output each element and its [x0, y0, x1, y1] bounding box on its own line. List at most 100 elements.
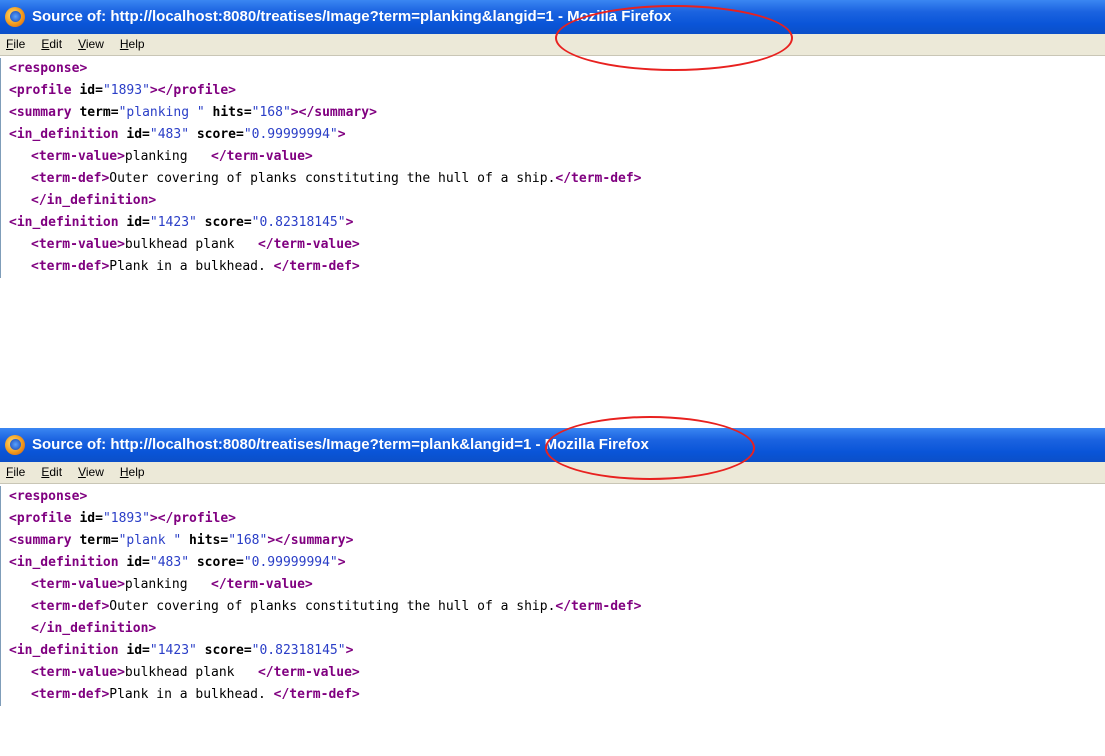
xml-text: Outer covering of planks constituting th…: [109, 599, 556, 614]
menu-bar: File Edit View Help: [0, 34, 1105, 56]
xml-tag: ></profile>: [149, 511, 236, 526]
menu-file[interactable]: File: [6, 462, 25, 483]
xml-text: Plank in a bulkhead.: [109, 259, 274, 274]
xml-value: "1893": [102, 83, 150, 98]
xml-tag: <summary: [9, 533, 72, 548]
firefox-icon: [5, 435, 25, 455]
source-view: <response> <profile id="1893"></profile>…: [0, 486, 1104, 706]
xml-tag: <in_definition: [9, 215, 119, 230]
menu-view[interactable]: View: [78, 462, 104, 483]
source-line: <in_definition id="1423" score="0.823181…: [1, 640, 1104, 662]
xml-value: "0.99999994": [243, 555, 338, 570]
xml-tag: <term-value>: [31, 149, 125, 164]
xml-tag: <in_definition: [9, 555, 119, 570]
xml-tag: </term-def>: [555, 599, 642, 614]
xml-attr: score=: [189, 127, 244, 142]
source-line: </in_definition>: [1, 618, 1104, 640]
xml-tag: <term-def>: [31, 687, 110, 702]
source-line: <term-value>bulkhead plank </term-value>: [1, 234, 1104, 256]
xml-text: bulkhead plank: [124, 665, 258, 680]
xml-tag: <term-def>: [31, 259, 110, 274]
xml-value: "1423": [149, 643, 197, 658]
xml-tag: ></profile>: [149, 83, 236, 98]
xml-attr: id=: [118, 127, 150, 142]
source-line: <term-def>Plank in a bulkhead. </term-de…: [1, 684, 1104, 706]
source-line: <term-def>Plank in a bulkhead. </term-de…: [1, 256, 1104, 278]
xml-value: "0.82318145": [251, 643, 346, 658]
xml-tag: </term-value>: [211, 577, 313, 592]
menu-file[interactable]: File: [6, 34, 25, 55]
xml-text: planking: [124, 149, 212, 164]
xml-tag: <term-value>: [31, 577, 125, 592]
source-line: <term-value>planking </term-value>: [1, 146, 1104, 168]
xml-value: "0.99999994": [243, 127, 338, 142]
menu-edit[interactable]: Edit: [41, 34, 62, 55]
xml-tag: <term-value>: [31, 665, 125, 680]
xml-value: "plank ": [118, 533, 182, 548]
xml-attr: score=: [189, 555, 244, 570]
highlight-ellipse: [555, 5, 793, 71]
xml-tag: <summary: [9, 105, 72, 120]
source-line: <summary term="planking " hits="168"></s…: [1, 102, 1104, 124]
xml-tag: <profile: [9, 83, 72, 98]
source-line: <term-def>Outer covering of planks const…: [1, 596, 1104, 618]
source-line: <in_definition id="1423" score="0.823181…: [1, 212, 1104, 234]
source-line: <in_definition id="483" score="0.9999999…: [1, 552, 1104, 574]
xml-attr: hits=: [204, 105, 252, 120]
source-line: <summary term="plank " hits="168"></summ…: [1, 530, 1104, 552]
xml-attr: id=: [71, 511, 103, 526]
xml-tag: </term-def>: [273, 687, 360, 702]
source-line: <term-value>bulkhead plank </term-value>: [1, 662, 1104, 684]
xml-value: "168": [251, 105, 291, 120]
xml-value: "168": [228, 533, 268, 548]
xml-tag: </term-value>: [211, 149, 313, 164]
source-view: <response> <profile id="1893"></profile>…: [0, 58, 1104, 278]
xml-value: "0.82318145": [251, 215, 346, 230]
xml-text: bulkhead plank: [124, 237, 258, 252]
xml-tag: </term-def>: [555, 171, 642, 186]
firefox-icon: [5, 7, 25, 27]
source-line: <term-def>Outer covering of planks const…: [1, 168, 1104, 190]
xml-attr: id=: [71, 83, 103, 98]
xml-value: "1423": [149, 215, 197, 230]
xml-tag: <profile: [9, 511, 72, 526]
xml-attr: score=: [196, 215, 252, 230]
menu-edit[interactable]: Edit: [41, 462, 62, 483]
source-line: <term-value>planking </term-value>: [1, 574, 1104, 596]
response-tag: <response>: [9, 61, 88, 76]
xml-text: Plank in a bulkhead.: [109, 687, 274, 702]
xml-tag: </in_definition>: [31, 193, 157, 208]
highlight-ellipse: [545, 416, 755, 480]
xml-tag: <term-def>: [31, 171, 110, 186]
xml-text: planking: [124, 577, 212, 592]
menu-bar: File Edit View Help: [0, 462, 1105, 484]
title-bar[interactable]: Source of: http://localhost:8080/treatis…: [0, 0, 1105, 34]
xml-value: "planking ": [118, 105, 205, 120]
menu-view[interactable]: View: [78, 34, 104, 55]
xml-tag: <in_definition: [9, 127, 119, 142]
xml-attr: id=: [118, 215, 150, 230]
source-line: <response>: [1, 58, 1104, 80]
xml-tag: <term-value>: [31, 237, 125, 252]
xml-attr: term=: [71, 533, 119, 548]
xml-attr: score=: [196, 643, 252, 658]
xml-tag: >: [337, 127, 346, 142]
menu-help[interactable]: Help: [120, 34, 145, 55]
xml-tag: <in_definition: [9, 643, 119, 658]
xml-attr: hits=: [181, 533, 229, 548]
xml-tag: </in_definition>: [31, 621, 157, 636]
xml-value: "483": [149, 127, 190, 142]
response-tag: <response>: [9, 489, 88, 504]
xml-tag: <term-def>: [31, 599, 110, 614]
xml-value: "1893": [102, 511, 150, 526]
xml-attr: term=: [71, 105, 119, 120]
source-line: </in_definition>: [1, 190, 1104, 212]
xml-attr: id=: [118, 643, 150, 658]
xml-tag: ></summary>: [267, 533, 354, 548]
menu-help[interactable]: Help: [120, 462, 145, 483]
source-line: <response>: [1, 486, 1104, 508]
xml-value: "483": [149, 555, 190, 570]
xml-text: Outer covering of planks constituting th…: [109, 171, 556, 186]
xml-tag: >: [345, 215, 354, 230]
xml-attr: id=: [118, 555, 150, 570]
